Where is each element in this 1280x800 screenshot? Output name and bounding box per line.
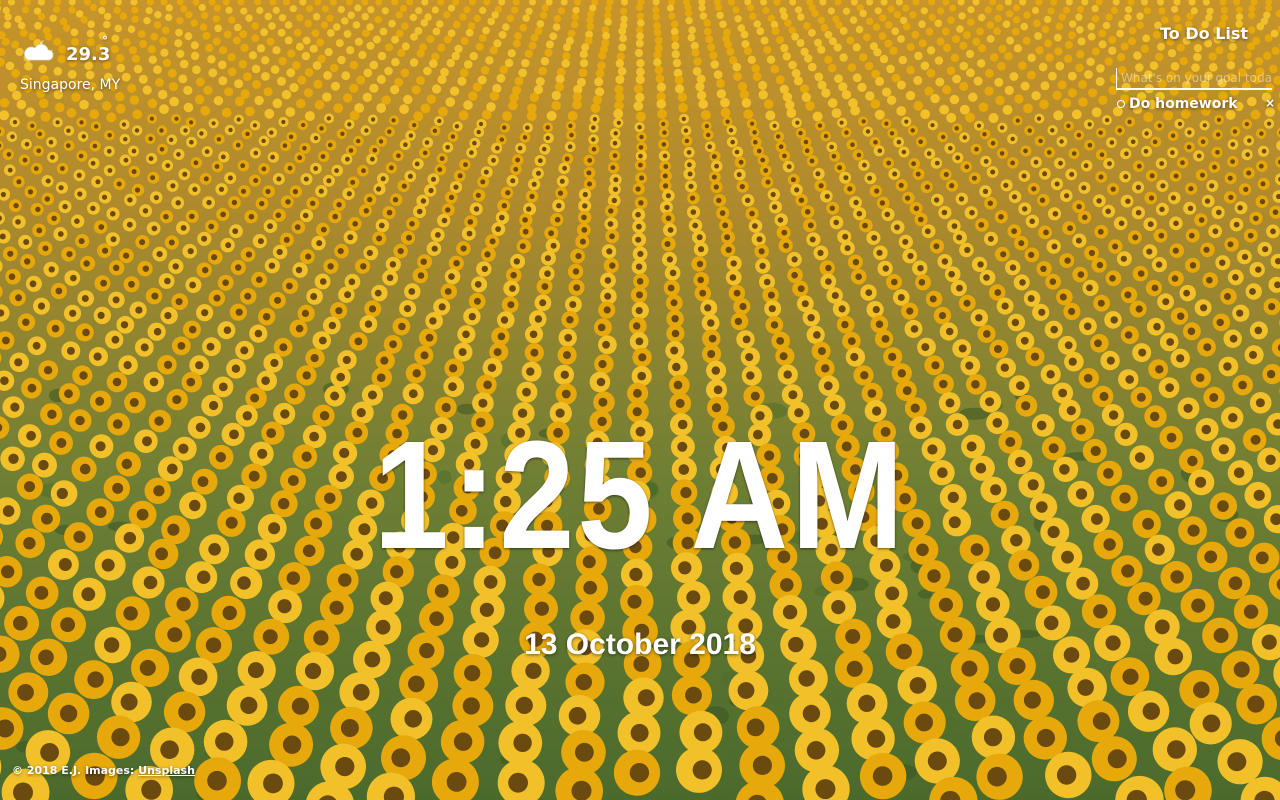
todo-list-widget: To Do List Do homework × xyxy=(1114,22,1275,122)
sunflower-field-background xyxy=(0,0,1280,800)
todo-list-item[interactable]: Do homework × xyxy=(1117,96,1275,114)
partly-cloudy-night-icon xyxy=(24,40,54,61)
footer-credits: © 2018 E.J. Images: Unsplash xyxy=(12,764,195,777)
todo-item-bullet-icon xyxy=(1117,100,1125,108)
unsplash-link[interactable]: Unsplash xyxy=(138,764,195,777)
weather-widget: 29.3 ° Singapore, MY xyxy=(20,34,140,98)
clock-date: 13 October 2018 xyxy=(524,628,756,661)
footer-copyright: © 2018 E.J. Images: xyxy=(12,764,139,777)
weather-location: Singapore, MY xyxy=(20,77,121,93)
todo-input[interactable] xyxy=(1116,68,1272,90)
clock-time: 1:25 AM xyxy=(373,409,907,581)
todo-list-title: To Do List xyxy=(1160,24,1249,43)
todo-item-delete-button[interactable]: × xyxy=(1265,96,1275,110)
degree-symbol: ° xyxy=(102,34,108,48)
todo-item-label: Do homework xyxy=(1129,96,1238,112)
